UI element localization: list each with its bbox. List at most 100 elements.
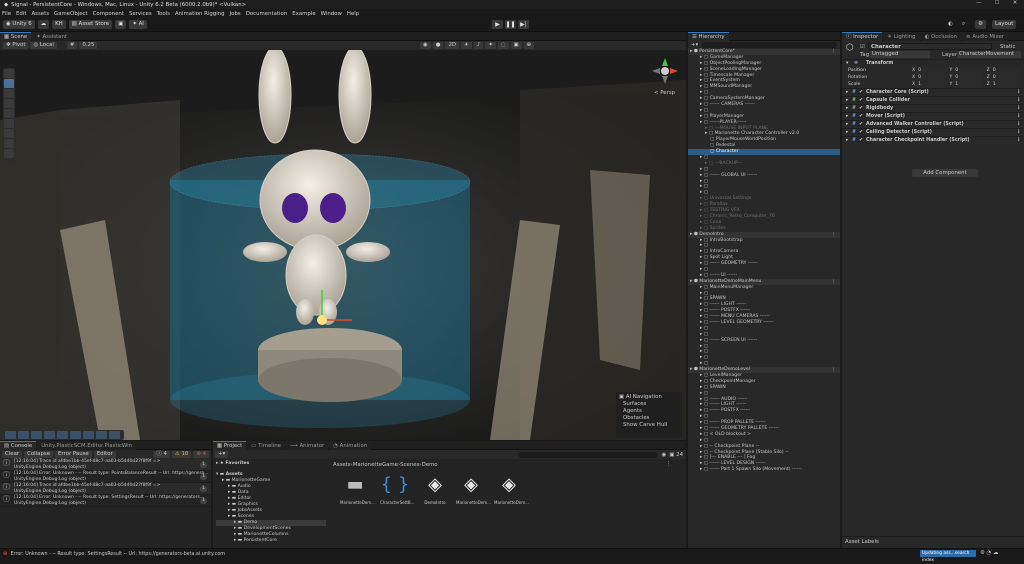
- tab-animator[interactable]: ⟶ Animator: [286, 440, 329, 450]
- menu-services[interactable]: Services: [129, 11, 152, 17]
- menu-jobs[interactable]: Jobs: [230, 11, 241, 17]
- component-header[interactable]: ▸ # ✔ Capsule Collider ⋮: [842, 96, 1024, 104]
- tab-animation[interactable]: ◔ Animation: [329, 440, 372, 450]
- transform-y-field[interactable]: 1: [954, 81, 983, 88]
- effects-icon[interactable]: ✦: [485, 42, 496, 49]
- menu-assets[interactable]: Assets: [31, 11, 49, 17]
- camera-icon[interactable]: [31, 431, 42, 439]
- hierarchy-row[interactable]: ▸ ▢ ------ Part 1 Spawn Silo (Movement) …: [688, 467, 840, 473]
- warning-count[interactable]: ⚠ 10: [171, 451, 192, 458]
- menu-animation-rigging[interactable]: Animation Rigging: [175, 11, 225, 17]
- hierarchy-search-input[interactable]: [702, 42, 837, 48]
- asset-item[interactable]: ▬ MarionetteDem...: [340, 474, 375, 505]
- static-checkbox[interactable]: Static: [1000, 44, 1015, 50]
- component-header[interactable]: ▸ # ✔ Character Core (Script) ⋮: [842, 88, 1024, 96]
- rotate-tool-icon[interactable]: [4, 89, 14, 98]
- active-checkbox[interactable]: ☑: [860, 44, 865, 50]
- progress-bar[interactable]: Updating ass...search index: [920, 550, 976, 563]
- layer-dropdown[interactable]: CharacterMovement: [957, 51, 1021, 58]
- package-icon[interactable]: ▣: [115, 20, 127, 29]
- nav-icon[interactable]: [57, 431, 68, 439]
- play-button[interactable]: ▶: [492, 20, 503, 29]
- 2d-toggle[interactable]: 2D: [445, 42, 460, 49]
- lighting-icon[interactable]: ☀: [461, 42, 472, 49]
- breadcrumb-item[interactable]: Scenes: [400, 462, 419, 468]
- user-button[interactable]: KH: [52, 20, 66, 29]
- hidden-icon[interactable]: ◌: [497, 42, 509, 49]
- component-header[interactable]: ▸ # ✔ Mover (Script) ⋮: [842, 112, 1024, 120]
- transform-y-field[interactable]: 0: [954, 74, 983, 81]
- maximize-button[interactable]: ☐: [988, 0, 1006, 9]
- menu-gameobject[interactable]: GameObject: [54, 11, 88, 17]
- minimize-button[interactable]: —: [970, 0, 988, 9]
- component-header[interactable]: ▸ # ✔ Ceiling Detector (Script) ⋮: [842, 128, 1024, 136]
- breadcrumb-lock-icon[interactable]: ⋮: [666, 461, 671, 467]
- transform-z-field[interactable]: 1: [991, 81, 1021, 88]
- ai-button[interactable]: ✦ AI: [129, 20, 147, 29]
- pivot-dropdown[interactable]: ✥ Pivot: [3, 42, 29, 49]
- bake-icon[interactable]: [70, 431, 81, 439]
- console-log-entry[interactable]: ⓘ [12:16:04] Trace id afdbe1bb-45ef-48c7-…: [0, 459, 211, 471]
- console-log-entry[interactable]: ⓘ [12:16:04] Error: Unknown - -- Result t…: [0, 471, 211, 483]
- move-tool-icon[interactable]: [4, 79, 14, 88]
- gizmo-icon[interactable]: [109, 431, 120, 439]
- asset-item[interactable]: ◈ DemoIntro: [420, 474, 450, 505]
- project-folder[interactable]: ▸ ▬ PersistentCore: [216, 538, 326, 544]
- component-enabled-checkbox[interactable]: ✔: [859, 137, 863, 145]
- component-header[interactable]: ▸ # ✔ Rigidbody ⋮: [842, 104, 1024, 112]
- console-log-entry[interactable]: ⓘ [12:16:04] Trace id afdbe1bb-45ef-48c7-…: [0, 483, 211, 495]
- hand-tool-icon[interactable]: [4, 69, 14, 78]
- tab-plastic-scm[interactable]: Unity.PlasticSCM.Editor.PlasticWin: [37, 440, 137, 450]
- pause-button[interactable]: ❚❚: [505, 20, 516, 29]
- ai-nav-obstacles[interactable]: Obstacles: [619, 415, 679, 422]
- status-icons[interactable]: ⚙ ◔ ☁: [980, 550, 998, 556]
- asset-store-button[interactable]: ▤ Asset Store: [68, 20, 113, 29]
- tab-hierarchy[interactable]: ☰ Hierarchy: [688, 32, 729, 41]
- menu-example[interactable]: Example: [292, 11, 315, 17]
- transform-x-field[interactable]: 0: [917, 74, 946, 81]
- breadcrumb-item[interactable]: Assets: [333, 462, 351, 468]
- close-button[interactable]: ✕: [1006, 0, 1024, 9]
- ai-nav-surfaces[interactable]: Surfaces: [619, 401, 679, 408]
- add-icon[interactable]: +▾: [691, 42, 698, 48]
- menu-documentation[interactable]: Documentation: [246, 11, 288, 17]
- layout-dropdown[interactable]: Layout: [992, 20, 1017, 29]
- local-dropdown[interactable]: ◎ Local: [30, 42, 57, 49]
- audio-icon[interactable]: ♪: [473, 42, 484, 49]
- clear-button[interactable]: Clear: [2, 451, 23, 458]
- asset-item[interactable]: { } CharacterSettB...: [380, 474, 414, 505]
- scene-camera-icon[interactable]: ▣: [510, 42, 522, 49]
- error-count[interactable]: ⊗ 4: [193, 451, 209, 458]
- rect-tool-icon[interactable]: [4, 109, 14, 118]
- error-pause-button[interactable]: Error Pause: [55, 451, 92, 458]
- camera-icon[interactable]: ◉: [420, 42, 431, 49]
- transform-x-field[interactable]: 0: [917, 67, 946, 74]
- tag-dropdown[interactable]: Untagged: [870, 51, 930, 58]
- tab-project[interactable]: ▦ Project: [213, 440, 247, 450]
- grid-icon[interactable]: [5, 431, 16, 439]
- transform-tool-icon[interactable]: [4, 119, 14, 128]
- settings-icon[interactable]: ⚙: [975, 20, 986, 29]
- tab-occlusion[interactable]: ◐ Occlusion: [920, 31, 962, 41]
- tab-console[interactable]: ▤ Console: [0, 440, 37, 450]
- collab-icon[interactable]: ◐: [948, 21, 953, 27]
- console-log-entry[interactable]: ⓘ [12:16:04] Error: Unknown - -- Result t…: [0, 495, 211, 507]
- menu-file[interactable]: File: [2, 11, 11, 17]
- persp-label[interactable]: < Persp: [654, 90, 675, 96]
- trail-icon[interactable]: [96, 431, 107, 439]
- status-message[interactable]: Error: Unknown - -- Result type: Setting…: [11, 552, 225, 557]
- scale-tool-icon[interactable]: [4, 99, 14, 108]
- transform-x-field[interactable]: 1: [917, 81, 946, 88]
- search-icon[interactable]: ⌕: [962, 21, 965, 28]
- project-add-button[interactable]: +▾: [215, 451, 229, 458]
- info-count[interactable]: ⓘ 4: [153, 451, 170, 458]
- nav-tool-icon[interactable]: [4, 149, 14, 158]
- collider-icon[interactable]: [83, 431, 94, 439]
- asset-item[interactable]: ◈ MarionetteDem...: [456, 474, 491, 505]
- menu-help[interactable]: Help: [347, 11, 359, 17]
- transform-header[interactable]: ▾ ✥ Transform: [842, 59, 1024, 67]
- tab-inspector[interactable]: ⓘ Inspector: [842, 31, 883, 41]
- add-component-button[interactable]: Add Component: [912, 169, 978, 177]
- scene-view[interactable]: < Persp: [0, 50, 686, 440]
- tab-assistant[interactable]: ✦ Assistant: [32, 31, 72, 41]
